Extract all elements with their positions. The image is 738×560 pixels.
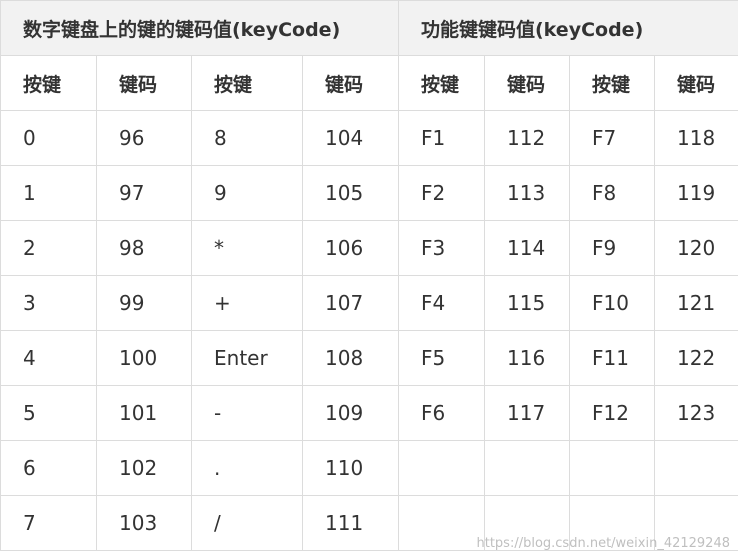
table-cell: 3 bbox=[0, 275, 97, 331]
table-cell: 123 bbox=[654, 385, 738, 441]
column-header-code: 键码 bbox=[96, 55, 192, 111]
table-cell: 119 bbox=[654, 165, 738, 221]
column-header-code: 键码 bbox=[484, 55, 570, 111]
keycode-table: 数字键盘上的键的键码值(keyCode) 功能键键码值(keyCode) 按键 … bbox=[0, 0, 738, 551]
column-header-key: 按键 bbox=[569, 55, 655, 111]
table-cell: / bbox=[191, 495, 303, 551]
table-cell: 100 bbox=[96, 330, 192, 386]
table-cell: 101 bbox=[96, 385, 192, 441]
table-cell: 111 bbox=[302, 495, 399, 551]
table-row: 0 96 8 104 F1 112 F7 118 bbox=[0, 110, 738, 166]
table-cell: 113 bbox=[484, 165, 570, 221]
numpad-group-header: 数字键盘上的键的键码值(keyCode) bbox=[0, 0, 399, 56]
table-cell bbox=[484, 495, 570, 551]
table-cell bbox=[398, 495, 485, 551]
table-cell: 114 bbox=[484, 220, 570, 276]
table-cell: - bbox=[191, 385, 303, 441]
table-cell bbox=[654, 495, 738, 551]
column-header-code: 键码 bbox=[302, 55, 399, 111]
column-header-code: 键码 bbox=[654, 55, 738, 111]
table-cell bbox=[654, 440, 738, 496]
table-cell: 5 bbox=[0, 385, 97, 441]
table-cell: F2 bbox=[398, 165, 485, 221]
table-cell: 98 bbox=[96, 220, 192, 276]
table-row: 1 97 9 105 F2 113 F8 119 bbox=[0, 165, 738, 221]
table-cell: F1 bbox=[398, 110, 485, 166]
table-cell bbox=[569, 440, 655, 496]
table-cell bbox=[484, 440, 570, 496]
table-cell: 1 bbox=[0, 165, 97, 221]
table-cell: 104 bbox=[302, 110, 399, 166]
table-cell: F5 bbox=[398, 330, 485, 386]
table-cell: 103 bbox=[96, 495, 192, 551]
table-cell: 107 bbox=[302, 275, 399, 331]
table-cell: 108 bbox=[302, 330, 399, 386]
table-cell: * bbox=[191, 220, 303, 276]
table-cell: 97 bbox=[96, 165, 192, 221]
table-cell: 9 bbox=[191, 165, 303, 221]
table-cell: 99 bbox=[96, 275, 192, 331]
table-cell: 4 bbox=[0, 330, 97, 386]
table-cell: 7 bbox=[0, 495, 97, 551]
function-key-group-header: 功能键键码值(keyCode) bbox=[398, 0, 738, 56]
table-row: 5 101 - 109 F6 117 F12 123 bbox=[0, 385, 738, 441]
table-cell: 110 bbox=[302, 440, 399, 496]
table-cell: 109 bbox=[302, 385, 399, 441]
table-row: 3 99 + 107 F4 115 F10 121 bbox=[0, 275, 738, 331]
table-cell: 105 bbox=[302, 165, 399, 221]
table-cell: 112 bbox=[484, 110, 570, 166]
table-cell: 0 bbox=[0, 110, 97, 166]
table-cell bbox=[398, 440, 485, 496]
table-cell: F6 bbox=[398, 385, 485, 441]
group-header-row: 数字键盘上的键的键码值(keyCode) 功能键键码值(keyCode) bbox=[0, 0, 738, 56]
table-cell: 102 bbox=[96, 440, 192, 496]
column-header-row: 按键 键码 按键 键码 按键 键码 按键 键码 bbox=[0, 55, 738, 111]
table-cell: F8 bbox=[569, 165, 655, 221]
table-cell: F7 bbox=[569, 110, 655, 166]
table-cell: 117 bbox=[484, 385, 570, 441]
table-cell: Enter bbox=[191, 330, 303, 386]
table-row: 7 103 / 111 bbox=[0, 495, 738, 551]
column-header-key: 按键 bbox=[191, 55, 303, 111]
table-cell: F12 bbox=[569, 385, 655, 441]
table-cell: 6 bbox=[0, 440, 97, 496]
table-cell: F4 bbox=[398, 275, 485, 331]
table-cell: F10 bbox=[569, 275, 655, 331]
table-cell: 118 bbox=[654, 110, 738, 166]
table-cell: 2 bbox=[0, 220, 97, 276]
table-cell: F9 bbox=[569, 220, 655, 276]
table-cell: F11 bbox=[569, 330, 655, 386]
table-cell: 120 bbox=[654, 220, 738, 276]
table-cell: 115 bbox=[484, 275, 570, 331]
table-cell: + bbox=[191, 275, 303, 331]
column-header-key: 按键 bbox=[398, 55, 485, 111]
table-cell: 106 bbox=[302, 220, 399, 276]
table-row: 2 98 * 106 F3 114 F9 120 bbox=[0, 220, 738, 276]
table-row: 6 102 . 110 bbox=[0, 440, 738, 496]
table-cell: 122 bbox=[654, 330, 738, 386]
table-row: 4 100 Enter 108 F5 116 F11 122 bbox=[0, 330, 738, 386]
table-cell: . bbox=[191, 440, 303, 496]
table-cell: 121 bbox=[654, 275, 738, 331]
table-cell: 116 bbox=[484, 330, 570, 386]
table-cell bbox=[569, 495, 655, 551]
column-header-key: 按键 bbox=[0, 55, 97, 111]
table-cell: F3 bbox=[398, 220, 485, 276]
table-cell: 96 bbox=[96, 110, 192, 166]
table-cell: 8 bbox=[191, 110, 303, 166]
